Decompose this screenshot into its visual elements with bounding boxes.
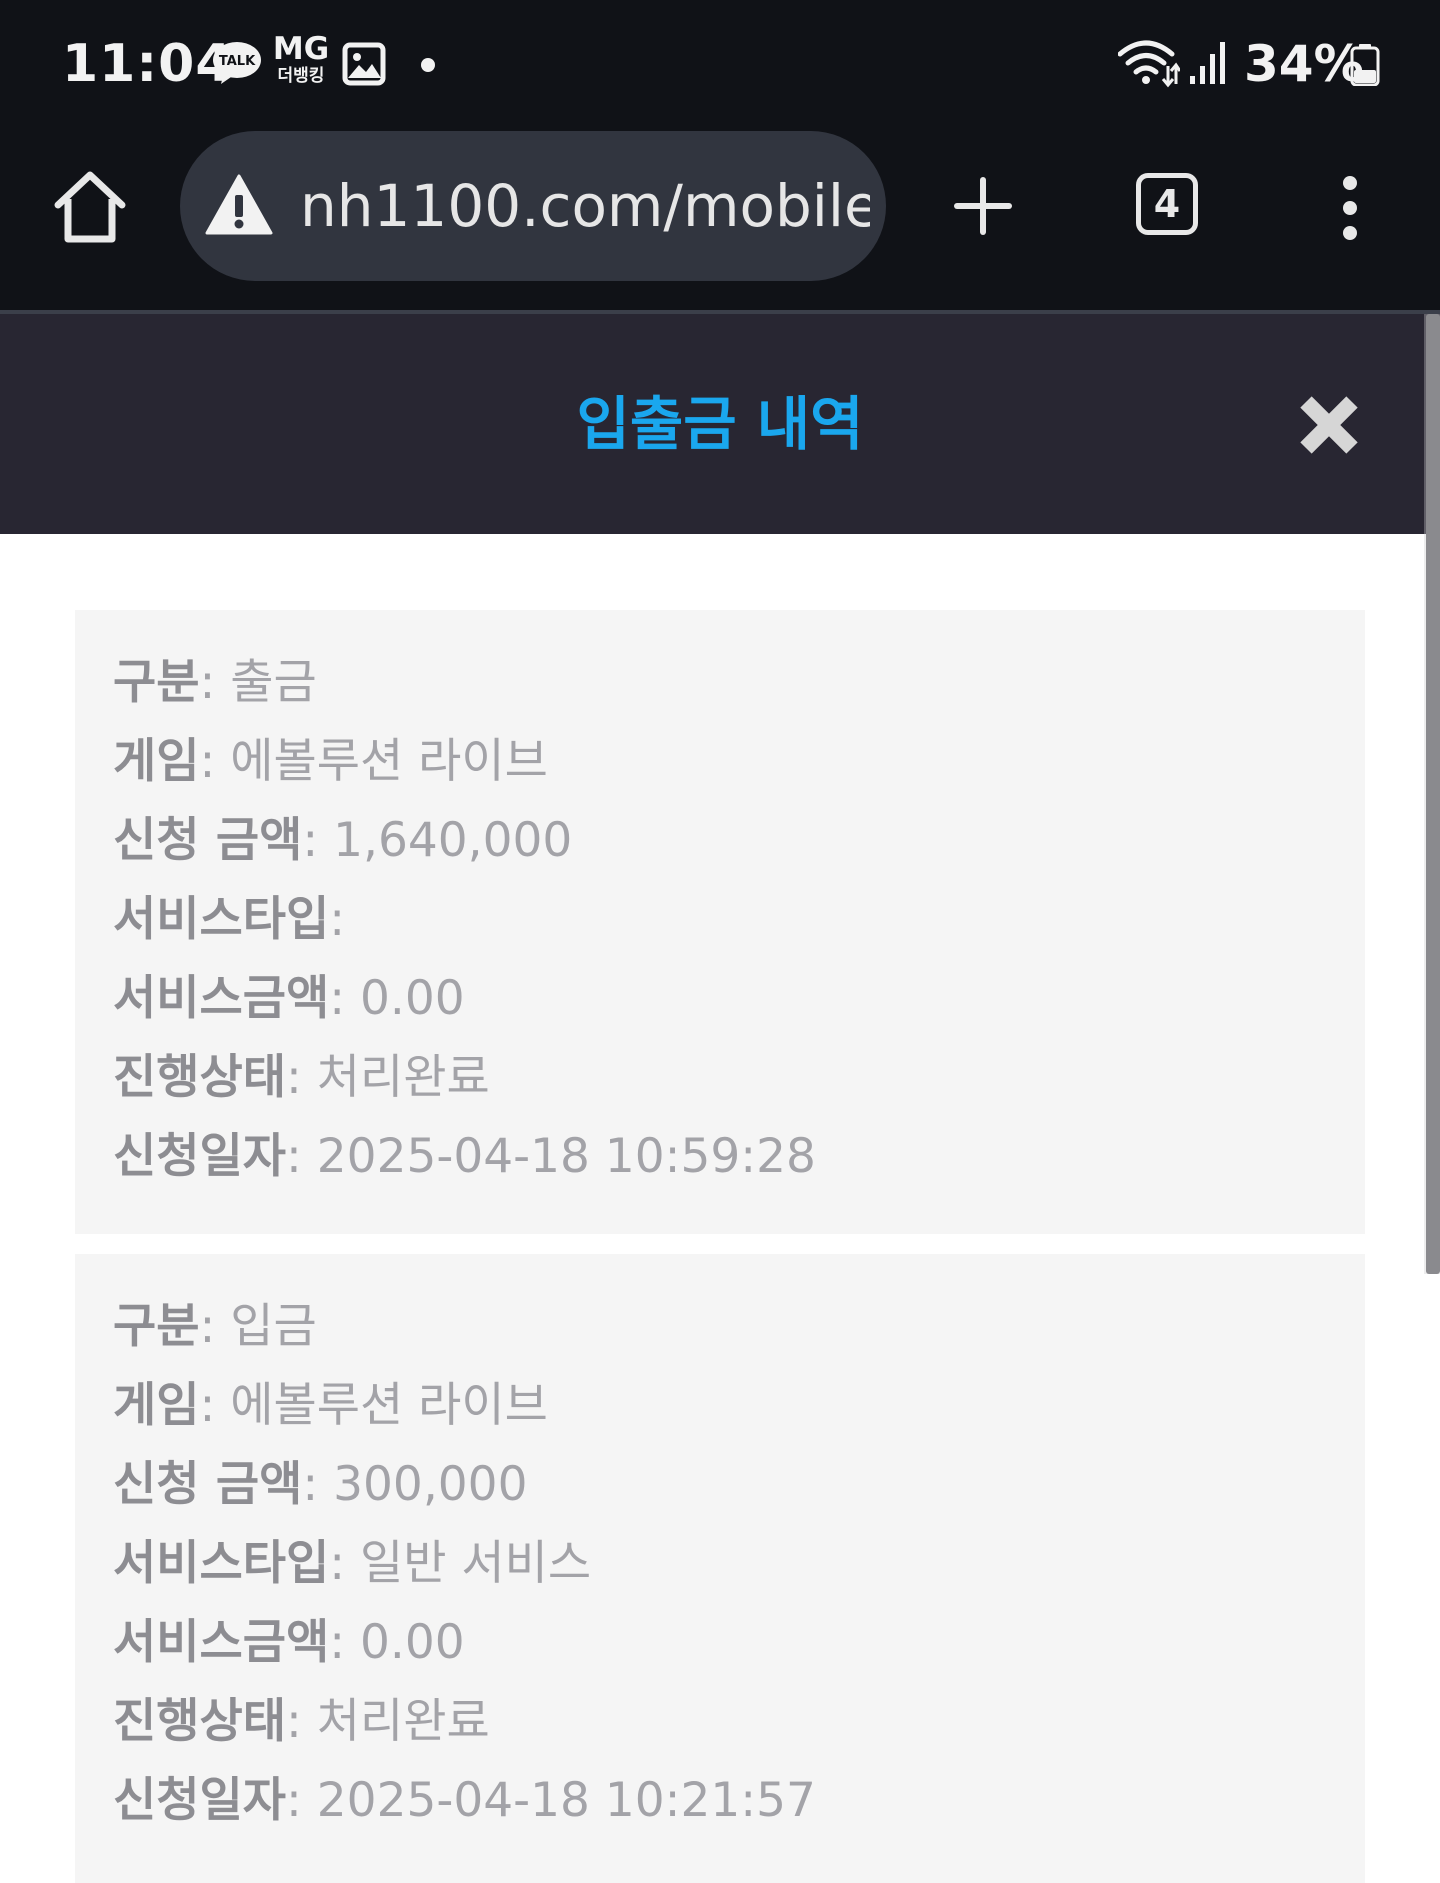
kakaotalk-icon-text: TALK — [219, 54, 256, 69]
record-row-game: 게임: 에볼루션 라이브 — [113, 729, 1365, 808]
browser-toolbar: nh1100.com/mobile/ㅋ 4 — [0, 125, 1440, 310]
record-date-value: 2025-04-18 10:21:57 — [316, 1773, 816, 1828]
record-label: 게임 — [113, 1378, 200, 1433]
battery-icon — [1350, 44, 1380, 86]
record-row-date: 신청일자: 2025-04-18 10:59:28 — [113, 1124, 1365, 1203]
record-label: 신청 금액 — [113, 1457, 303, 1512]
record-separator: : — [285, 1773, 302, 1828]
record-row-service-type: 서비스타입: 일반 서비스 — [113, 1531, 1365, 1610]
modal-header: 입출금 내역 — [0, 314, 1440, 534]
record-amount-value: 300,000 — [333, 1457, 528, 1512]
history-record: 구분: 출금 게임: 에볼루션 라이브 신청 금액: 1,640,000 서비스… — [75, 610, 1365, 1234]
record-row-amount: 신청 금액: 1,640,000 — [113, 808, 1365, 887]
record-separator: : — [329, 892, 346, 947]
warning-icon — [205, 174, 273, 235]
record-separator: : — [199, 1378, 216, 1433]
record-type-value: 입금 — [230, 1299, 317, 1354]
record-row-status: 진행상태: 처리완료 — [113, 1045, 1365, 1124]
history-list: 구분: 출금 게임: 에볼루션 라이브 신청 금액: 1,640,000 서비스… — [0, 534, 1440, 1883]
record-separator: : — [329, 971, 346, 1026]
modal-title: 입출금 내역 — [576, 390, 864, 458]
mg-bank-icon: MG 더뱅킹 — [270, 32, 332, 92]
record-label: 서비스타입 — [113, 1536, 330, 1591]
close-icon[interactable] — [1296, 392, 1362, 458]
scrollbar-thumb[interactable] — [1426, 314, 1440, 1274]
home-button[interactable] — [50, 167, 130, 247]
notification-dot-icon — [421, 58, 435, 72]
record-row-service-type: 서비스타입: — [113, 887, 1365, 966]
status-bar: 11:04 TALK MG 더뱅킹 34% — [0, 0, 1440, 125]
battery-percent: 34% — [1244, 35, 1364, 93]
record-separator: : — [199, 734, 216, 789]
record-separator: : — [329, 1615, 346, 1670]
record-status-value: 처리완료 — [316, 1694, 490, 1749]
record-game-value: 에볼루션 라이브 — [230, 1378, 548, 1433]
record-label: 구분 — [113, 1299, 200, 1354]
record-row-service-amount: 서비스금액: 0.00 — [113, 1610, 1365, 1689]
record-row-type: 구분: 출금 — [113, 650, 1365, 729]
record-row-date: 신청일자: 2025-04-18 10:21:57 — [113, 1768, 1365, 1847]
history-record: 구분: 입금 게임: 에볼루션 라이브 신청 금액: 300,000 서비스타입… — [75, 1254, 1365, 1883]
new-tab-button[interactable] — [950, 173, 1016, 239]
record-separator: : — [302, 1457, 319, 1512]
record-service-amount-value: 0.00 — [360, 1615, 465, 1670]
record-row-status: 진행상태: 처리완료 — [113, 1689, 1365, 1768]
page: 11:04 TALK MG 더뱅킹 34% nh1100.com/mobile … — [0, 0, 1440, 1883]
record-separator: : — [199, 1299, 216, 1354]
address-bar[interactable]: nh1100.com/mobile/ㅋ — [180, 131, 886, 281]
record-status-value: 처리완료 — [316, 1050, 490, 1105]
mg-bank-icon-top: MG — [272, 31, 330, 67]
record-date-value: 2025-04-18 10:59:28 — [316, 1129, 816, 1184]
record-separator: : — [329, 1536, 346, 1591]
record-label: 신청일자 — [113, 1129, 286, 1184]
url-text: nh1100.com/mobile/ㅋ — [300, 172, 870, 240]
record-amount-value: 1,640,000 — [333, 813, 573, 868]
wifi-icon — [1118, 40, 1180, 88]
status-time: 11:04 — [62, 34, 233, 94]
record-label: 게임 — [113, 734, 200, 789]
record-label: 구분 — [113, 655, 200, 710]
gallery-icon — [342, 42, 386, 86]
record-row-service-amount: 서비스금액: 0.00 — [113, 966, 1365, 1045]
record-label: 진행상태 — [113, 1694, 286, 1749]
kakaotalk-icon: TALK — [213, 42, 261, 84]
mg-bank-icon-bottom: 더뱅킹 — [277, 66, 325, 86]
record-separator: : — [285, 1129, 302, 1184]
record-label: 서비스타입 — [113, 892, 330, 947]
record-label: 서비스금액 — [113, 971, 330, 1026]
tab-switcher-button[interactable]: 4 — [1136, 173, 1198, 235]
signal-icon — [1190, 42, 1225, 84]
record-service-amount-value: 0.00 — [360, 971, 465, 1026]
record-separator: : — [302, 813, 319, 868]
record-separator: : — [285, 1694, 302, 1749]
record-service-type-value: 일반 서비스 — [360, 1536, 592, 1591]
record-separator: : — [285, 1050, 302, 1105]
more-vert-icon[interactable] — [1322, 173, 1378, 243]
record-label: 신청 금액 — [113, 813, 303, 868]
record-type-value: 출금 — [230, 655, 317, 710]
record-separator: : — [199, 655, 216, 710]
record-row-amount: 신청 금액: 300,000 — [113, 1452, 1365, 1531]
record-game-value: 에볼루션 라이브 — [230, 734, 548, 789]
record-label: 신청일자 — [113, 1773, 286, 1828]
record-row-type: 구분: 입금 — [113, 1294, 1365, 1373]
record-row-game: 게임: 에볼루션 라이브 — [113, 1373, 1365, 1452]
record-label: 진행상태 — [113, 1050, 286, 1105]
record-label: 서비스금액 — [113, 1615, 330, 1670]
